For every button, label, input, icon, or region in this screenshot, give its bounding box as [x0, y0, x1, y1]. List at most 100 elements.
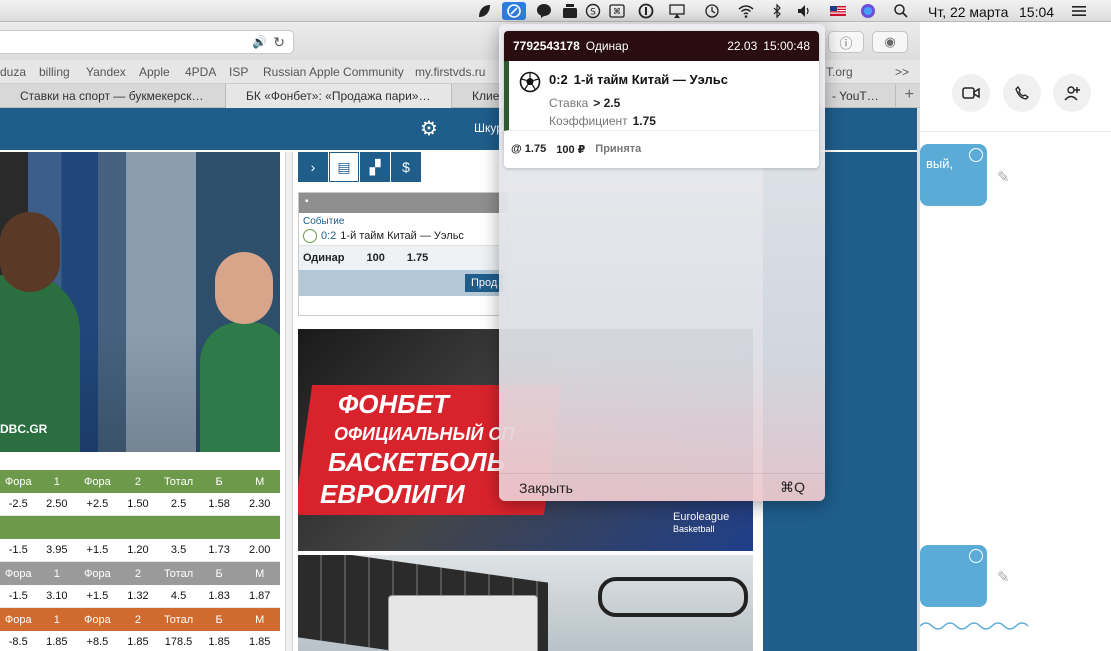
coupon-list-icon[interactable]: ▤ — [329, 152, 359, 182]
tab-fonbet-sport[interactable]: Ставки на спорт — букмекерск… — [0, 84, 226, 108]
address-bar[interactable]: 🔊 ↻ — [0, 30, 294, 54]
odds-cell[interactable]: 1.83 — [199, 590, 240, 602]
info-extension-button[interactable]: ⓘ — [828, 31, 864, 53]
odds-cell[interactable]: 1.73 — [199, 544, 240, 556]
menubar-time[interactable]: 15:04 — [1019, 4, 1054, 20]
notification-center-icon[interactable] — [1070, 2, 1088, 20]
odds-cell[interactable]: 178.5 — [158, 636, 199, 648]
odds-cell[interactable]: 3.10 — [37, 590, 78, 602]
odds-cell[interactable]: 1.85 — [37, 636, 78, 648]
odds-cell[interactable]: 2.00 — [239, 544, 280, 556]
odds-cell[interactable]: +2.5 — [77, 498, 118, 510]
speaker-icon[interactable]: 🔊 — [252, 35, 267, 49]
odds-cell[interactable]: 1.58 — [199, 498, 240, 510]
bookmark-item[interactable]: duza — [0, 65, 26, 79]
odds-cell[interactable]: 3.95 — [37, 544, 78, 556]
odds-header-cell: 2 — [134, 475, 142, 488]
bookmark-item[interactable]: billing — [39, 65, 70, 79]
coupon-coef: 1.75 — [406, 252, 429, 264]
bookmark-item[interactable]: Apple — [139, 65, 170, 79]
bookmarks-overflow[interactable]: >> — [895, 65, 909, 79]
odds-cell[interactable]: +1.5 — [77, 590, 118, 602]
laptop-banner[interactable] — [298, 555, 753, 651]
bluetooth-icon[interactable] — [768, 2, 786, 20]
app-leaf-icon[interactable] — [475, 2, 493, 20]
smiley-icon[interactable] — [969, 549, 983, 563]
new-tab-button[interactable]: + — [905, 86, 914, 104]
bookmark-item[interactable]: Yandex — [86, 65, 126, 79]
odds-header-cell: Б — [215, 567, 223, 580]
chat-message-bubble[interactable]: вый, — [920, 144, 987, 206]
odds-cell[interactable]: 2.5 — [158, 498, 199, 510]
bookmark-item[interactable]: ISP — [229, 65, 248, 79]
coupon-amount[interactable]: 100 — [367, 252, 385, 264]
bet-date: 22.03 — [727, 39, 758, 53]
siri-icon[interactable] — [859, 2, 877, 20]
odds-cell[interactable]: 1.85 — [118, 636, 159, 648]
odds-header-cell: Тотал — [163, 613, 194, 626]
odds-header-cell: Тотал — [163, 475, 194, 488]
tab-fonbet-sell[interactable]: БК «Фонбет»: «Продажа пари»… — [226, 84, 452, 108]
reload-icon[interactable]: ↻ — [273, 34, 285, 51]
odds-cell: -2.5 — [8, 498, 28, 510]
bookmark-item[interactable]: 4PDA — [185, 65, 216, 79]
odds-cell[interactable]: 4.5 — [158, 590, 199, 602]
odds-cell[interactable]: 1.50 — [118, 498, 159, 510]
chat-message-bubble[interactable] — [920, 545, 987, 607]
time-machine-icon[interactable] — [703, 2, 721, 20]
info-icon[interactable] — [637, 2, 655, 20]
odds-cell[interactable]: 1.20 — [118, 544, 159, 556]
video-call-icon[interactable] — [952, 74, 990, 112]
bets-icon[interactable]: ▞ — [360, 152, 390, 182]
coupon-event-name: 1-й тайм Китай — Уэльс — [340, 230, 464, 242]
airplay-icon[interactable] — [668, 2, 686, 20]
wifi-icon[interactable] — [737, 2, 755, 20]
odds-cell[interactable]: 1.32 — [118, 590, 159, 602]
skype-icon[interactable]: S — [584, 2, 602, 20]
bookmark-item[interactable]: T.org — [826, 65, 853, 79]
odds-header-cell: Фора — [84, 567, 111, 580]
bookmark-item[interactable]: Russian Apple Community — [263, 65, 404, 79]
fonbet-bets-icon[interactable] — [502, 2, 526, 20]
gear-icon[interactable]: ⚙ — [420, 116, 438, 141]
add-contact-icon[interactable] — [1053, 74, 1091, 112]
odds-values-row: -8.5 1.85 +8.5 1.85 178.5 1.85 1.85 — [0, 631, 280, 651]
cashout-icon[interactable]: $ — [391, 152, 421, 182]
odds-cell[interactable]: 1.85 — [199, 636, 240, 648]
odds-header-cell: М — [255, 613, 265, 626]
sell-button[interactable]: Прод — [465, 274, 504, 292]
edit-pencil-icon[interactable]: ✎ — [997, 568, 1010, 586]
odds-cell: -8.5 — [8, 636, 28, 648]
coupon-event[interactable]: 0:2 1-й тайм Китай — Уэльс — [299, 227, 507, 246]
odds-cell[interactable]: 2.50 — [37, 498, 78, 510]
odds-header-cell: Фора — [84, 613, 111, 626]
phone-call-icon[interactable] — [1003, 74, 1041, 112]
close-button[interactable]: Закрыть — [519, 480, 573, 496]
viber-icon[interactable] — [535, 2, 553, 20]
bet-card[interactable]: 7792543178 Одинар 22.03 15:00:48 0:2 1-й … — [504, 31, 819, 168]
messenger-window: вый, ✎ ✎ — [920, 22, 1111, 651]
volume-icon[interactable] — [795, 2, 813, 20]
odds-cell[interactable]: 2.30 — [239, 498, 280, 510]
smiley-icon[interactable] — [969, 148, 983, 162]
edit-pencil-icon[interactable]: ✎ — [997, 168, 1010, 186]
typing-wave — [920, 622, 1029, 630]
bookmark-item[interactable]: my.firstvds.ru — [415, 65, 485, 79]
coupon-bet-row: Одинар 100 1.75 — [299, 246, 507, 270]
menubar-date[interactable]: Чт, 22 марта — [928, 4, 1008, 20]
command-icon[interactable]: ⌘ — [608, 2, 626, 20]
odds-cell[interactable]: +1.5 — [77, 544, 118, 556]
us-flag-icon[interactable] — [829, 2, 847, 20]
chevron-right-icon[interactable]: › — [298, 152, 328, 182]
odds-header-cell: Фора — [4, 567, 32, 580]
odds-cell[interactable]: 1.85 — [239, 636, 280, 648]
bet-id: 7792543178 — [513, 39, 580, 53]
odds-cell[interactable]: 1.87 — [239, 590, 280, 602]
coupon-bet-type[interactable]: Одинар — [303, 252, 345, 264]
bet-summary-coef: @ 1.75 — [511, 143, 547, 155]
record-extension-button[interactable]: ◉ — [872, 31, 908, 53]
odds-cell[interactable]: +8.5 — [77, 636, 118, 648]
radio-icon[interactable] — [561, 2, 579, 20]
odds-cell[interactable]: 3.5 — [158, 544, 199, 556]
spotlight-search-icon[interactable] — [892, 2, 910, 20]
